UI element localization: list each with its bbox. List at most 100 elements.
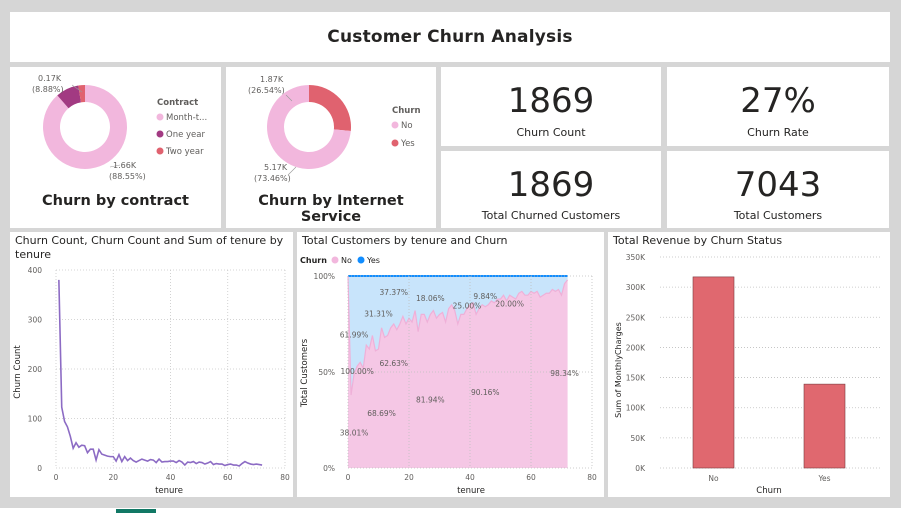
- internet-legend-label: Yes: [400, 139, 415, 149]
- y-tick-label: 300K: [626, 283, 646, 292]
- churn-by-internet-card[interactable]: 1.87K (26.54%) 5.17K (73.46%) Churn No Y…: [226, 67, 436, 228]
- contract-small-pct: (8.88%): [32, 85, 64, 94]
- revenue-bar[interactable]: [692, 276, 735, 469]
- area-chart[interactable]: Churn No Yes 100% 50% 0% 0 20 40 60 80 37.37% 18…: [297, 232, 604, 497]
- x-tick-label: 80: [587, 473, 597, 482]
- kpi-value: 1869: [507, 81, 595, 121]
- kpi-card-churn-count[interactable]: 1869 Churn Count: [441, 67, 661, 146]
- header-banner: Customer Churn Analysis: [10, 12, 890, 62]
- kpi-value: 7043: [734, 165, 822, 205]
- area-data-label: 25.00%: [453, 302, 482, 311]
- x-tick-label: 20: [404, 473, 414, 482]
- area-data-label: 20.00%: [495, 300, 524, 309]
- contract-big-pct: (88.55%): [109, 172, 146, 181]
- kpi-value: 27%: [740, 81, 816, 121]
- y-tick-label: 400: [28, 266, 43, 275]
- contract-legend-label: Month-t...: [166, 113, 207, 123]
- page-title: Customer Churn Analysis: [327, 27, 573, 47]
- y-tick-label: 100K: [626, 404, 646, 413]
- y-tick-label: 0%: [323, 464, 335, 473]
- kpi-label: Total Customers: [733, 209, 823, 222]
- churn-count-by-tenure-card[interactable]: Churn Count, Churn Count and Sum of tenu…: [10, 232, 293, 497]
- y-tick-label: 150K: [626, 374, 646, 383]
- y-tick-label: 50%: [318, 368, 335, 377]
- x-tick-label: 80: [280, 473, 290, 482]
- area-data-label: 62.63%: [379, 359, 408, 368]
- kpi-label: Total Churned Customers: [481, 209, 621, 222]
- area-data-label: 98.34%: [550, 369, 579, 378]
- area-legend-label: No: [341, 256, 352, 265]
- legend-dot-icon: [156, 113, 164, 121]
- churn-count-line[interactable]: [58, 279, 263, 467]
- revenue-by-churn-card[interactable]: Total Revenue by Churn Status 350K 300K 25…: [608, 232, 890, 497]
- bar-chart-ylabel: Sum of MonthlyCharges: [614, 322, 623, 418]
- x-tick-label: 0: [346, 473, 351, 482]
- x-tick-label: 40: [166, 473, 176, 482]
- contract-legend-item[interactable]: One year: [156, 130, 206, 140]
- legend-dot-icon: [156, 130, 164, 138]
- line-chart-xlabel: tenure: [155, 486, 183, 496]
- kpi-card-churn-rate[interactable]: 27% Churn Rate: [667, 67, 889, 146]
- y-tick-label: 200: [28, 365, 43, 374]
- kpi-label: Churn Count: [516, 126, 586, 139]
- internet-no-value: 5.17K: [264, 163, 288, 172]
- line-chart[interactable]: 400 300 200 100 0 0 20 40 60 80 Churn Count tenur…: [10, 232, 293, 497]
- kpi-card-total-customers[interactable]: 7043 Total Customers: [667, 151, 889, 228]
- contract-legend-label: One year: [166, 130, 205, 140]
- internet-legend-title: Churn: [392, 106, 421, 116]
- area-data-label: 18.06%: [416, 294, 445, 303]
- contract-legend-label: Two year: [165, 147, 204, 157]
- x-tick-label: 60: [223, 473, 233, 482]
- legend-dot-icon: [331, 256, 339, 264]
- y-tick-label: 50K: [631, 434, 647, 443]
- internet-yes-value: 1.87K: [260, 75, 284, 84]
- kpi-label: Churn Rate: [747, 126, 809, 139]
- y-tick-label: 200K: [626, 343, 646, 352]
- area-legend-item[interactable]: No: [331, 256, 352, 265]
- churn-by-contract-card[interactable]: 0.17K (8.88%) 1.66K (88.55%) Contract Mo…: [10, 67, 221, 228]
- area-legend-label: Yes: [366, 256, 380, 265]
- contract-card-title: Churn by contract: [42, 193, 189, 209]
- contract-small-value: 0.17K: [38, 74, 62, 83]
- area-data-label: 61.99%: [340, 330, 369, 339]
- internet-no-pct: (73.46%): [254, 174, 291, 183]
- customers-by-tenure-card[interactable]: Total Customers by tenure and Churn Chur…: [297, 232, 604, 497]
- legend-dot-icon: [391, 139, 399, 147]
- y-tick-label: 100%: [314, 272, 335, 281]
- y-tick-label: 300: [28, 316, 43, 325]
- revenue-bar[interactable]: [803, 383, 846, 469]
- area-data-label: 68.69%: [367, 409, 396, 418]
- x-tick-label: Yes: [817, 474, 830, 483]
- contract-big-value: 1.66K: [113, 161, 137, 170]
- bar-chart[interactable]: 350K 300K 250K 200K 150K 100K 50K 0K No Yes Sum …: [608, 232, 890, 497]
- y-tick-label: 100: [28, 415, 43, 424]
- area-data-label: 9.84%: [473, 292, 497, 301]
- area-data-label: 37.37%: [379, 288, 408, 297]
- contract-legend-title: Contract: [157, 98, 198, 108]
- kpi-card-total-churned[interactable]: 1869 Total Churned Customers: [441, 151, 661, 228]
- internet-legend-label: No: [401, 121, 413, 131]
- bar-chart-xlabel: Churn: [756, 486, 781, 496]
- internet-yes-pct: (26.54%): [248, 86, 285, 95]
- internet-donut-slice[interactable]: [309, 85, 351, 132]
- internet-card-title: Churn by Internet Service: [258, 193, 404, 225]
- area-data-label: 38.01%: [340, 428, 369, 437]
- legend-dot-icon: [156, 147, 164, 155]
- active-page-tab[interactable]: [116, 509, 156, 513]
- y-tick-label: 0: [37, 464, 42, 473]
- area-data-label: 81.94%: [416, 396, 445, 405]
- contract-legend-item[interactable]: Month-t...: [156, 113, 208, 123]
- x-tick-label: 60: [526, 473, 536, 482]
- area-chart-ylabel: Total Customers: [300, 338, 310, 408]
- internet-legend-item[interactable]: Yes: [391, 139, 416, 149]
- contract-legend-item[interactable]: Two year: [156, 147, 205, 157]
- x-tick-label: 20: [108, 473, 118, 482]
- x-tick-label: 0: [54, 473, 59, 482]
- area-legend-item[interactable]: Yes: [357, 256, 380, 265]
- internet-legend-item[interactable]: No: [391, 121, 413, 131]
- area-data-label: 100.00%: [340, 367, 373, 376]
- line-chart-ylabel: Churn Count: [13, 345, 23, 399]
- x-tick-label: 40: [465, 473, 475, 482]
- legend-dot-icon: [391, 121, 399, 129]
- area-data-label: 31.31%: [364, 309, 393, 318]
